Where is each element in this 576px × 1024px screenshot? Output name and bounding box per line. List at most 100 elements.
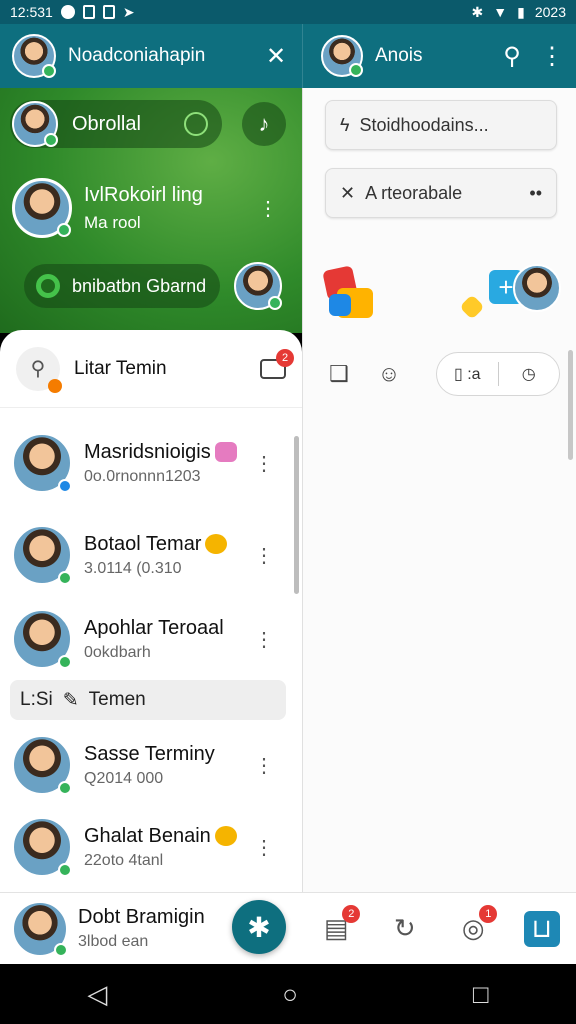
clock: 12:531	[10, 4, 53, 20]
contact-subtitle: 3.0114 (0.310	[84, 559, 182, 577]
contact-subtitle: Q2014 000	[84, 769, 164, 787]
sheet-title: Litar Temin	[74, 357, 167, 379]
avatar	[12, 817, 72, 877]
folder-badge: 2	[276, 348, 294, 367]
detail-panel: ϟ Stoidhoodains... ✕ A rteorabale •• +	[302, 88, 576, 892]
list-item[interactable]: Apohlar Teroaal 0okdbarh ⋮	[0, 604, 300, 674]
close-icon[interactable]: ✕	[262, 42, 290, 71]
avatar[interactable]	[12, 34, 56, 78]
suggestion-chip-2[interactable]: ✕ A rteorabale ••	[325, 168, 557, 218]
list-item[interactable]: Sasse Terminy Q2014 000 ⋮	[0, 730, 300, 800]
right-header-title: Anois	[375, 45, 423, 66]
segment-left-label: :a	[467, 366, 481, 383]
avatar	[12, 900, 68, 957]
right-header: Anois ⚲ ⋮	[302, 24, 576, 88]
avatar[interactable]	[321, 35, 363, 77]
current-user-subtitle: 3lbod ean	[78, 933, 149, 950]
avatar	[12, 433, 72, 493]
more-vert-icon[interactable]: ⋮	[254, 753, 274, 778]
mic-icon: ⚲	[30, 358, 46, 380]
section-label: Temen	[88, 689, 146, 710]
back-icon[interactable]: ◁	[87, 979, 107, 1010]
status-pill[interactable]: Obrollal	[10, 100, 222, 148]
book-icon[interactable]: ❑	[324, 359, 354, 389]
battery-icon: ▮	[517, 3, 525, 20]
more-vert-icon[interactable]: ⋮	[258, 196, 278, 221]
mic-button[interactable]: ⚲	[16, 346, 62, 393]
avatar[interactable]	[513, 264, 561, 312]
compose-button[interactable]: ✱	[232, 900, 286, 954]
search-icon[interactable]: ⚲	[498, 42, 526, 71]
contact-info: Botaol Temar 3.0114 (0.310	[84, 533, 254, 578]
more-horiz-icon[interactable]: ••	[529, 183, 542, 204]
online-badge	[58, 863, 72, 877]
music-note-icon: ♪	[258, 111, 270, 136]
wifi-icon: ▼	[493, 4, 508, 20]
avatar	[12, 609, 72, 669]
music-button[interactable]: ♪	[242, 102, 286, 146]
online-badge	[58, 655, 72, 669]
online-badge	[44, 133, 58, 147]
scrollbar[interactable]	[568, 350, 573, 460]
online-badge	[349, 63, 363, 77]
section-prefix: L:Si	[20, 689, 53, 710]
notes-icon[interactable]: ▤ 2	[318, 904, 361, 947]
more-vert-icon[interactable]: ⋮	[254, 543, 274, 568]
avatar	[12, 178, 72, 238]
profile-subtitle: Ma rool	[84, 212, 141, 232]
more-vert-icon[interactable]: ⋮	[254, 835, 274, 860]
online-badge	[268, 296, 282, 310]
more-vert-icon[interactable]: ⋮	[254, 627, 274, 652]
gift-emoji-icon	[214, 442, 237, 463]
online-badge	[58, 781, 72, 795]
timer-icon	[184, 112, 208, 136]
status-dot	[48, 378, 62, 393]
bottom-toolbar: ▤ 2 ↻ ◎ 1 ⊔	[302, 892, 576, 964]
section-header[interactable]: L:Si ✎ Temen	[10, 680, 286, 720]
recents-icon[interactable]: □	[473, 979, 489, 1010]
sparkle-sticker-icon	[459, 294, 485, 320]
camera-icon[interactable]: ◎ 1	[455, 904, 498, 947]
status-time-right: 2023	[534, 4, 566, 20]
app-notification-icon-2	[102, 5, 115, 19]
person-icon[interactable]: ☺	[374, 359, 404, 389]
scrollbar[interactable]	[294, 436, 299, 594]
app-notification-icon	[82, 5, 95, 19]
more-vert-icon[interactable]: ⋮	[254, 451, 274, 476]
contact-name-text: Botaol Temar	[84, 532, 202, 555]
list-item[interactable]: Botaol Temar 3.0114 (0.310 ⋮	[0, 520, 300, 590]
clock-icon[interactable]: ◷	[499, 364, 560, 384]
suggestion-chip-2-label: A rteorabale	[365, 182, 463, 203]
notification-icon	[60, 5, 75, 19]
home-icon[interactable]: ○	[282, 979, 298, 1010]
notes-badge: 2	[342, 904, 361, 923]
segment-left[interactable]: ▯ :a	[437, 364, 498, 384]
location-icon: ➤	[122, 3, 135, 20]
record-icon	[36, 274, 60, 298]
contact-subtitle: 0o.0rnonnn1203	[84, 467, 201, 485]
folder-icon[interactable]: 2	[260, 348, 294, 379]
contact-subtitle: 0okdbarh	[84, 643, 151, 661]
avatar[interactable]	[234, 262, 282, 310]
top-app-bar: Noadconiahapin ✕ Anois ⚲ ⋮	[0, 24, 576, 88]
sync-icon[interactable]: ↻	[387, 911, 423, 947]
suggestion-chip[interactable]: ϟ Stoidhoodains...	[325, 100, 557, 150]
status-pill-2[interactable]: bnibatbn Gbarnd	[24, 264, 220, 308]
status-bar: 12:531 ➤ ✱ ▼ ▮ 2023	[0, 0, 576, 24]
pencil-icon: ✎	[62, 689, 79, 711]
contact-info: Ghalat Benain 22oto 4tanl	[84, 825, 254, 870]
contact-name: Apohlar Teroaal	[84, 616, 224, 639]
profile-row[interactable]: IvlRokoirl ling Ma rool ⋮	[12, 176, 292, 240]
segmented-control[interactable]: ▯ :a ◷	[436, 352, 560, 396]
left-header-title: Noadconiahapin	[68, 45, 206, 66]
contact-name: Botaol Temar	[84, 533, 254, 556]
list-item[interactable]: Ghalat Benain 22oto 4tanl ⋮	[0, 812, 300, 882]
profile-name: IvlRokoirl ling	[84, 183, 203, 206]
status-pill-label: Obrollal	[72, 112, 141, 135]
more-vert-icon[interactable]: ⋮	[538, 42, 566, 71]
bookmark-icon[interactable]: ⊔	[523, 910, 560, 947]
sparkle-icon: ✱	[247, 911, 271, 943]
contact-name-text: Masridsnioigis	[84, 440, 211, 463]
sticker-icon-3	[329, 294, 351, 316]
list-item[interactable]: Masridsnioigis 0o.0rnonnn1203 ⋮	[0, 428, 300, 498]
